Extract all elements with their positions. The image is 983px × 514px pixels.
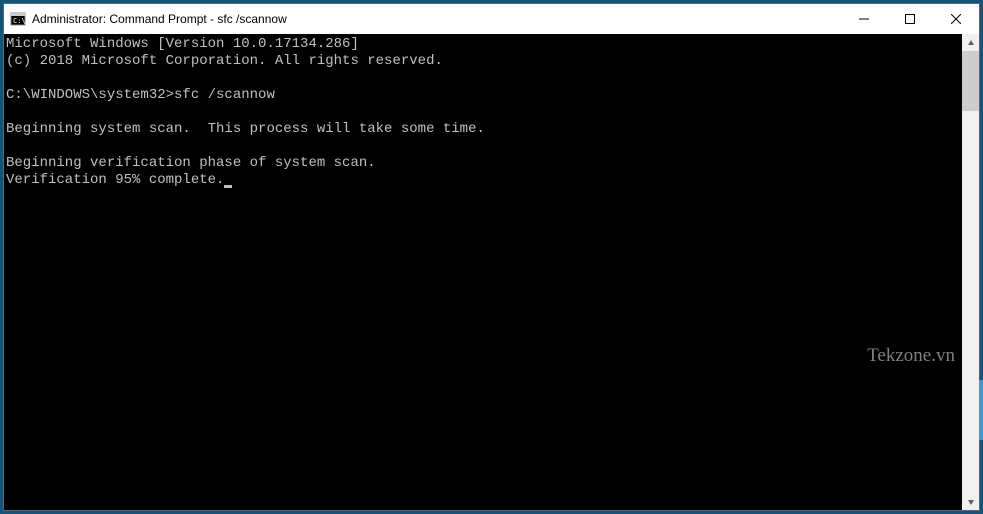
command-prompt-window: C:\ Administrator: Command Prompt - sfc … (3, 3, 980, 511)
output-line: Microsoft Windows [Version 10.0.17134.28… (6, 36, 359, 52)
window-controls (841, 4, 979, 34)
terminal-output[interactable]: Microsoft Windows [Version 10.0.17134.28… (4, 34, 962, 510)
output-line: Beginning verification phase of system s… (6, 155, 376, 171)
maximize-button[interactable] (887, 4, 933, 34)
scroll-down-button[interactable] (962, 493, 979, 510)
scroll-thumb[interactable] (962, 51, 979, 111)
cmd-icon: C:\ (10, 11, 26, 27)
output-line: (c) 2018 Microsoft Corporation. All righ… (6, 53, 443, 69)
minimize-button[interactable] (841, 4, 887, 34)
prompt-line: C:\WINDOWS\system32>sfc /scannow (6, 87, 275, 103)
titlebar[interactable]: C:\ Administrator: Command Prompt - sfc … (4, 4, 979, 34)
window-title: Administrator: Command Prompt - sfc /sca… (32, 12, 287, 26)
svg-text:C:\: C:\ (13, 17, 26, 25)
output-line: Verification 95% complete. (6, 172, 224, 188)
output-line: Beginning system scan. This process will… (6, 121, 485, 137)
text-cursor (224, 185, 232, 188)
background-accent (979, 380, 983, 440)
close-button[interactable] (933, 4, 979, 34)
scroll-up-button[interactable] (962, 34, 979, 51)
terminal-area: Microsoft Windows [Version 10.0.17134.28… (4, 34, 979, 510)
vertical-scrollbar[interactable] (962, 34, 979, 510)
